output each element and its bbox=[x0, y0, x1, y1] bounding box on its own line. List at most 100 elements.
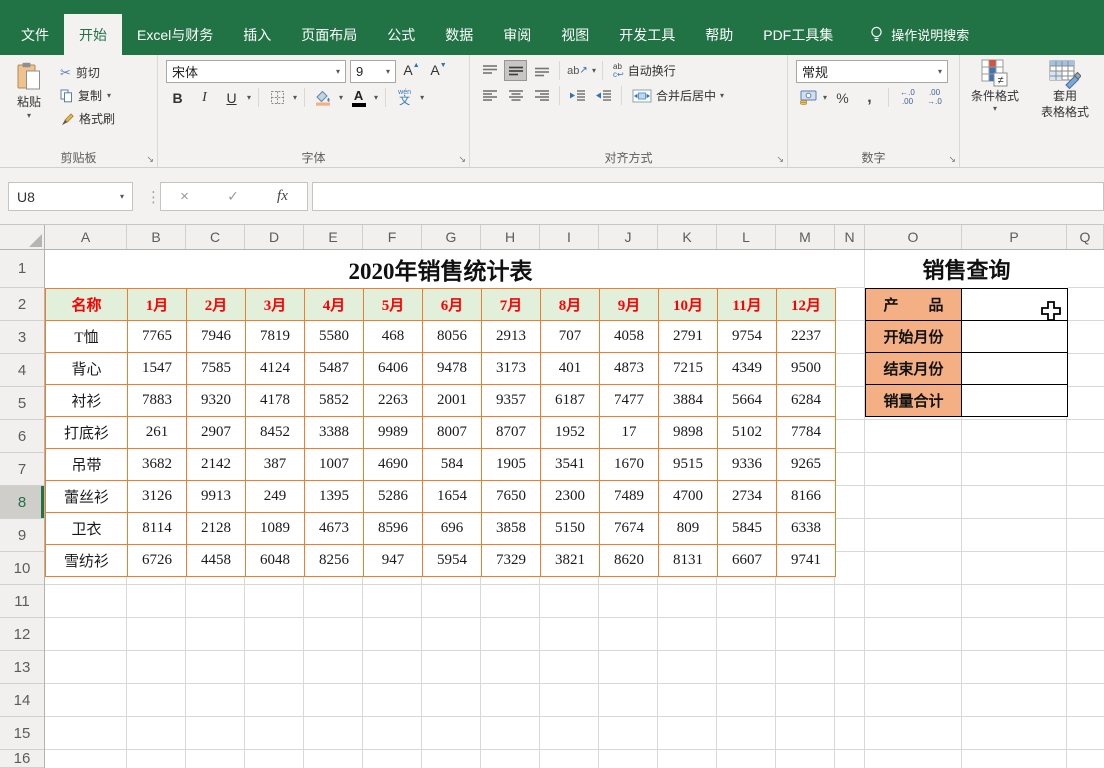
menu-tab-developer[interactable]: 开发工具 bbox=[604, 14, 690, 55]
sales-value-cell[interactable]: 2913 bbox=[482, 321, 541, 353]
sales-value-cell[interactable]: 1395 bbox=[305, 481, 364, 513]
font-color-caret-icon[interactable]: ▾ bbox=[374, 94, 378, 102]
copy-button[interactable]: 复制 ▾ bbox=[60, 87, 115, 104]
increase-indent-button[interactable] bbox=[592, 85, 615, 106]
sales-value-cell[interactable]: 3682 bbox=[128, 449, 187, 481]
product-name-cell[interactable]: 衬衫 bbox=[46, 385, 128, 417]
formula-input[interactable] bbox=[312, 182, 1104, 211]
sales-value-cell[interactable]: 2263 bbox=[364, 385, 423, 417]
sales-value-cell[interactable]: 4458 bbox=[187, 545, 246, 577]
underline-button[interactable]: U bbox=[220, 87, 243, 108]
font-color-button[interactable]: A bbox=[347, 87, 370, 108]
italic-button[interactable]: I bbox=[193, 87, 216, 108]
row-header-6[interactable]: 6 bbox=[0, 420, 44, 453]
month-header-cell[interactable]: 10月 bbox=[659, 289, 718, 321]
phonetic-guide-button[interactable]: wén文 bbox=[393, 87, 416, 108]
sales-value-cell[interactable]: 8056 bbox=[423, 321, 482, 353]
menu-tab-help[interactable]: 帮助 bbox=[690, 14, 748, 55]
sheet-grid[interactable]: 2020年销售统计表 名称1月2月3月4月5月6月7月8月9月10月11月12月… bbox=[45, 250, 1104, 768]
column-header-L[interactable]: L bbox=[717, 225, 776, 249]
sales-value-cell[interactable]: 387 bbox=[246, 449, 305, 481]
sales-value-cell[interactable]: 9478 bbox=[423, 353, 482, 385]
menu-tab-insert[interactable]: 插入 bbox=[228, 14, 286, 55]
sales-value-cell[interactable]: 707 bbox=[541, 321, 600, 353]
sales-value-cell[interactable]: 5845 bbox=[718, 513, 777, 545]
query-label-cell[interactable]: 开始月份 bbox=[866, 321, 962, 353]
row-header-5[interactable]: 5 bbox=[0, 387, 44, 420]
sales-value-cell[interactable]: 8452 bbox=[246, 417, 305, 449]
number-dialog-launcher[interactable]: ↘ bbox=[948, 155, 956, 164]
sales-value-cell[interactable]: 7650 bbox=[482, 481, 541, 513]
row-header-12[interactable]: 12 bbox=[0, 618, 44, 651]
sales-value-cell[interactable]: 809 bbox=[659, 513, 718, 545]
column-header-Q[interactable]: Q bbox=[1067, 225, 1104, 249]
conditional-formatting-button[interactable]: ≠ 条件格式 ▾ bbox=[962, 59, 1028, 113]
month-header-cell[interactable]: 6月 bbox=[423, 289, 482, 321]
fill-color-button[interactable] bbox=[312, 87, 335, 108]
sales-value-cell[interactable]: 7477 bbox=[600, 385, 659, 417]
cancel-entry-icon[interactable]: × bbox=[180, 188, 189, 205]
sales-value-cell[interactable]: 17 bbox=[600, 417, 659, 449]
query-label-cell[interactable]: 结束月份 bbox=[866, 353, 962, 385]
column-header-F[interactable]: F bbox=[363, 225, 422, 249]
confirm-entry-icon[interactable]: ✓ bbox=[227, 188, 239, 205]
row-header-16[interactable]: 16 bbox=[0, 750, 44, 768]
sales-value-cell[interactable]: 1952 bbox=[541, 417, 600, 449]
borders-caret-icon[interactable]: ▾ bbox=[293, 94, 297, 102]
merge-center-button[interactable]: 合并后居中 ▾ bbox=[628, 87, 728, 104]
column-header-G[interactable]: G bbox=[422, 225, 481, 249]
sales-value-cell[interactable]: 9336 bbox=[718, 449, 777, 481]
sales-value-cell[interactable]: 5580 bbox=[305, 321, 364, 353]
alignment-dialog-launcher[interactable]: ↘ bbox=[776, 155, 784, 164]
sales-value-cell[interactable]: 6048 bbox=[246, 545, 305, 577]
query-title[interactable]: 销售查询 bbox=[865, 250, 1068, 288]
product-name-cell[interactable]: T恤 bbox=[46, 321, 128, 353]
sales-value-cell[interactable]: 4673 bbox=[305, 513, 364, 545]
sales-value-cell[interactable]: 7585 bbox=[187, 353, 246, 385]
product-name-cell[interactable]: 卫衣 bbox=[46, 513, 128, 545]
decrease-indent-button[interactable] bbox=[566, 85, 589, 106]
menu-tab-page-layout[interactable]: 页面布局 bbox=[286, 14, 372, 55]
product-name-cell[interactable]: 吊带 bbox=[46, 449, 128, 481]
row-header-2[interactable]: 2 bbox=[0, 288, 44, 321]
percent-style-button[interactable]: % bbox=[831, 87, 854, 108]
sales-value-cell[interactable]: 8620 bbox=[600, 545, 659, 577]
column-header-C[interactable]: C bbox=[186, 225, 245, 249]
sales-value-cell[interactable]: 9357 bbox=[482, 385, 541, 417]
month-header-cell[interactable]: 5月 bbox=[364, 289, 423, 321]
menu-tab-file[interactable]: 文件 bbox=[6, 14, 64, 55]
decrease-decimal-button[interactable]: .00→.0 bbox=[923, 87, 946, 108]
sales-value-cell[interactable]: 2237 bbox=[777, 321, 836, 353]
sales-value-cell[interactable]: 6284 bbox=[777, 385, 836, 417]
bold-button[interactable]: B bbox=[166, 87, 189, 108]
column-header-O[interactable]: O bbox=[865, 225, 962, 249]
sales-value-cell[interactable]: 5664 bbox=[718, 385, 777, 417]
sales-value-cell[interactable]: 8131 bbox=[659, 545, 718, 577]
month-header-cell[interactable]: 9月 bbox=[600, 289, 659, 321]
menu-tab-home[interactable]: 开始 bbox=[64, 14, 122, 55]
number-format-combo[interactable]: 常规 ▾ bbox=[796, 60, 948, 83]
sales-value-cell[interactable]: 5286 bbox=[364, 481, 423, 513]
sales-value-cell[interactable]: 8707 bbox=[482, 417, 541, 449]
sales-value-cell[interactable]: 9754 bbox=[718, 321, 777, 353]
sales-value-cell[interactable]: 584 bbox=[423, 449, 482, 481]
comma-style-button[interactable]: , bbox=[858, 87, 881, 108]
row-header-1[interactable]: 1 bbox=[0, 250, 44, 288]
column-header-B[interactable]: B bbox=[127, 225, 186, 249]
product-name-cell[interactable]: 蕾丝衫 bbox=[46, 481, 128, 513]
query-label-cell[interactable]: 产 品 bbox=[866, 289, 962, 321]
format-painter-button[interactable]: 格式刷 bbox=[60, 110, 115, 127]
sales-value-cell[interactable]: 3173 bbox=[482, 353, 541, 385]
sales-value-cell[interactable]: 9265 bbox=[777, 449, 836, 481]
menu-tab-pdf-tools[interactable]: PDF工具集 bbox=[748, 14, 848, 55]
name-header-cell[interactable]: 名称 bbox=[46, 289, 128, 321]
sales-value-cell[interactable]: 7946 bbox=[187, 321, 246, 353]
month-header-cell[interactable]: 3月 bbox=[246, 289, 305, 321]
sales-value-cell[interactable]: 9500 bbox=[777, 353, 836, 385]
sales-value-cell[interactable]: 947 bbox=[364, 545, 423, 577]
row-header-8[interactable]: 8 bbox=[0, 486, 44, 519]
sales-value-cell[interactable]: 4349 bbox=[718, 353, 777, 385]
sales-value-cell[interactable]: 9989 bbox=[364, 417, 423, 449]
sales-value-cell[interactable]: 6406 bbox=[364, 353, 423, 385]
name-box[interactable]: U8 ▾ bbox=[8, 182, 133, 211]
